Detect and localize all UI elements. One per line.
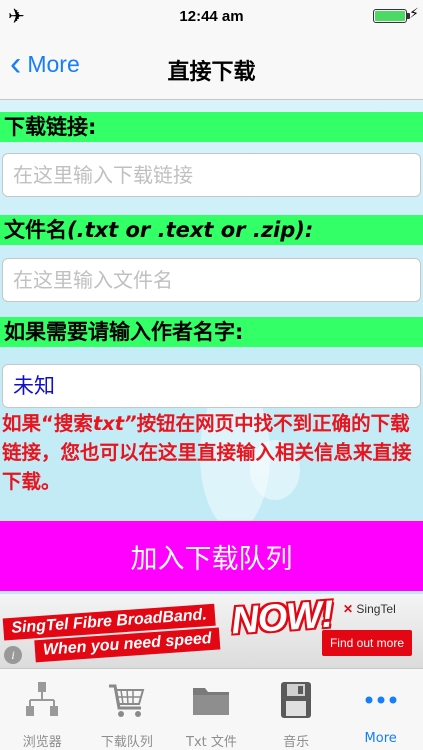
- status-bar: ✈ 12:44 am ⚡: [0, 0, 423, 32]
- download-link-label: 下载链接:: [0, 112, 423, 142]
- tab-browser[interactable]: 浏览器: [0, 669, 85, 750]
- more-icon: [361, 679, 401, 721]
- tab-label: More: [364, 731, 397, 746]
- tab-label: 浏览器: [22, 735, 62, 750]
- download-form: 下载链接: 文件名(.txt or .text or .zip): 如果需要请输…: [0, 100, 423, 594]
- filename-label: 文件名(.txt or .text or .zip):: [0, 215, 423, 245]
- charging-icon: ⚡: [409, 6, 419, 22]
- folder-icon: [191, 679, 231, 721]
- tab-label: 下载队列: [100, 735, 153, 750]
- filename-input[interactable]: [2, 258, 421, 302]
- page-title: 直接下载: [167, 60, 256, 85]
- ad-brand: SingTel: [356, 602, 396, 616]
- author-label: 如果需要请输入作者名字:: [0, 317, 423, 347]
- battery-icon: [373, 9, 410, 23]
- tab-download-queue[interactable]: 下载队列: [85, 669, 170, 750]
- download-link-input[interactable]: [2, 153, 421, 197]
- tab-music[interactable]: 音乐: [254, 669, 339, 750]
- ad-slogan: SingTel Fibre BroadBand. When you need s…: [2, 594, 334, 668]
- tab-label: Txt 文件: [186, 735, 237, 750]
- navigation-bar: ‹ More 直接下载: [0, 32, 423, 100]
- ad-info-icon[interactable]: i: [4, 646, 22, 664]
- add-to-queue-button[interactable]: 加入下载队列: [0, 521, 423, 591]
- ad-banner[interactable]: SingTel Fibre BroadBand. When you need s…: [0, 594, 423, 668]
- tab-more[interactable]: More: [338, 669, 423, 750]
- hint-prefix: 如果“搜索: [2, 412, 93, 435]
- cart-icon: [107, 679, 147, 721]
- author-input[interactable]: 未知: [2, 364, 421, 408]
- filename-extensions: (.txt or .text or .zip):: [67, 218, 314, 242]
- filename-label-text: 文件名: [4, 218, 67, 242]
- ad-find-out-more-button[interactable]: Find out more: [322, 630, 412, 656]
- browser-icon: [22, 679, 62, 721]
- music-icon: [276, 679, 316, 721]
- hint-txt: txt”: [92, 412, 137, 435]
- ad-now: NOW!: [229, 594, 335, 643]
- ad-brand-logo: ✕ SingTel: [343, 602, 396, 616]
- status-time: 12:44 am: [179, 7, 244, 25]
- tab-label: 音乐: [283, 735, 310, 750]
- airplane-mode-icon: ✈: [8, 4, 25, 28]
- hint-text: 如果“搜索txt”按钮在网页中找不到正确的下载链接，您也可以在这里直接输入相关信…: [2, 409, 422, 496]
- tab-txt-files[interactable]: Txt 文件: [169, 669, 254, 750]
- tab-bar: 浏览器 下载队列 Txt 文件 音乐 More: [0, 668, 423, 750]
